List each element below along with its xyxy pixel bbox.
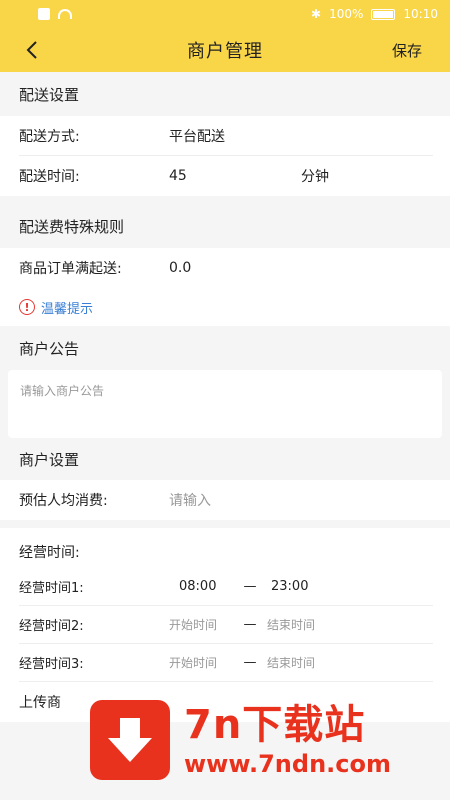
download-arrow-icon bbox=[108, 718, 152, 762]
clock: 10:10 bbox=[403, 7, 438, 21]
battery-icon bbox=[371, 8, 396, 20]
min-order-label: 商品订单满起送: bbox=[19, 261, 122, 277]
fee-rules-section-header: 配送费特殊规则 bbox=[0, 204, 450, 248]
back-button[interactable] bbox=[20, 38, 44, 62]
wifi-icon bbox=[58, 9, 72, 19]
time-separator: — bbox=[243, 579, 257, 594]
start-time-picker[interactable]: 08:00 bbox=[165, 579, 233, 594]
fee-rules-block: 商品订单满起送: 0.0 bbox=[0, 248, 450, 288]
warm-tip-link[interactable]: ! 温馨提示 bbox=[0, 288, 450, 326]
avg-spend-label: 预估人均消费: bbox=[19, 493, 108, 509]
page-title: 商户管理 bbox=[187, 41, 263, 62]
status-left bbox=[38, 8, 72, 20]
min-order-input[interactable]: 0.0 bbox=[169, 260, 191, 276]
delivery-section-header: 配送设置 bbox=[0, 72, 450, 116]
hours-label: 经营时间2: bbox=[19, 619, 84, 634]
main-content: 配送设置 配送方式: 平台配送 配送时间: 45 分钟 配送费特殊规则 商品订单… bbox=[0, 72, 450, 722]
save-button[interactable]: 保存 bbox=[392, 40, 422, 61]
warning-icon: ! bbox=[19, 299, 35, 315]
delivery-time-row: 配送时间: 45 分钟 bbox=[19, 156, 433, 196]
avg-spend-row: 预估人均消费: 请输入 bbox=[19, 480, 433, 520]
battery-percent: 100% bbox=[329, 7, 364, 21]
end-time-picker[interactable]: 结束时间 bbox=[267, 654, 347, 671]
watermark: 7n下载站 www.7ndn.com bbox=[90, 690, 430, 790]
start-time-picker[interactable]: 开始时间 bbox=[165, 654, 233, 671]
merchant-section-header: 商户设置 bbox=[0, 438, 450, 480]
nav-bar: 商户管理 保存 bbox=[0, 28, 450, 72]
business-hours-row-2: 经营时间2: 开始时间 — 结束时间 bbox=[19, 606, 433, 644]
warm-tip-label: 温馨提示 bbox=[41, 301, 94, 317]
delivery-method-row[interactable]: 配送方式: 平台配送 bbox=[19, 116, 433, 156]
watermark-brand: 7n下载站 bbox=[184, 702, 366, 748]
watermark-text: 7n下载站 www.7ndn.com bbox=[184, 701, 391, 779]
hours-label: 经营时间1: bbox=[19, 581, 84, 596]
delivery-time-label: 配送时间: bbox=[19, 169, 80, 185]
time-separator: — bbox=[243, 617, 257, 632]
download-logo-icon bbox=[90, 700, 170, 780]
time-separator: — bbox=[243, 655, 257, 670]
end-time-picker[interactable]: 23:00 bbox=[267, 579, 347, 594]
business-hours-title: 经营时间: bbox=[19, 545, 80, 561]
min-order-row: 商品订单满起送: 0.0 bbox=[19, 248, 433, 288]
status-right: ✱ 100% 10:10 bbox=[311, 7, 438, 21]
business-hours-row-3: 经营时间3: 开始时间 — 结束时间 bbox=[19, 644, 433, 682]
bluetooth-icon: ✱ bbox=[311, 7, 322, 21]
watermark-url: www.7ndn.com bbox=[184, 750, 391, 778]
chevron-left-icon bbox=[26, 41, 37, 59]
business-hours-row-1: 经营时间1: 08:00 — 23:00 bbox=[19, 568, 433, 606]
delivery-time-unit: 分钟 bbox=[301, 169, 329, 185]
upload-label: 上传商 bbox=[19, 695, 61, 711]
delivery-method-label: 配送方式: bbox=[19, 128, 80, 145]
hours-label: 经营时间3: bbox=[19, 657, 84, 672]
avg-spend-input[interactable]: 请输入 bbox=[169, 490, 211, 510]
start-time-picker[interactable]: 开始时间 bbox=[165, 616, 233, 633]
notice-section-header: 商户公告 bbox=[0, 326, 450, 370]
delivery-method-value: 平台配送 bbox=[169, 128, 225, 145]
merchant-block: 预估人均消费: 请输入 bbox=[0, 480, 450, 520]
delivery-block: 配送方式: 平台配送 配送时间: 45 分钟 bbox=[0, 116, 450, 196]
end-time-picker[interactable]: 结束时间 bbox=[267, 616, 347, 633]
notice-textarea[interactable]: 请输入商户公告 bbox=[8, 370, 442, 438]
delivery-time-input[interactable]: 45 bbox=[169, 168, 187, 184]
status-bar: ✱ 100% 10:10 bbox=[0, 0, 450, 28]
notification-icon bbox=[38, 8, 50, 20]
